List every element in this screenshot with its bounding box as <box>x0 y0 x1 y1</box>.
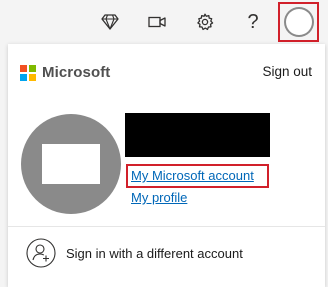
sign-in-different-account-button[interactable]: Sign in with a different account <box>8 227 325 287</box>
gear-icon[interactable] <box>191 8 219 36</box>
sign-in-different-account-label: Sign in with a different account <box>66 246 243 261</box>
redacted-user-name <box>125 113 270 157</box>
microsoft-logo-icon <box>20 64 36 81</box>
sign-out-link[interactable]: Sign out <box>262 64 312 79</box>
profile-avatar <box>21 114 121 214</box>
help-icon[interactable]: ? <box>239 8 267 36</box>
help-label: ? <box>247 11 259 33</box>
top-toolbar: ? <box>0 0 328 44</box>
diamond-icon[interactable] <box>96 8 124 36</box>
video-icon[interactable] <box>143 8 171 36</box>
account-panel: Microsoft Sign out My Microsoft account … <box>8 44 325 287</box>
my-microsoft-account-link[interactable]: My Microsoft account <box>131 168 254 183</box>
microsoft-brand: Microsoft <box>20 64 110 81</box>
my-profile-link[interactable]: My profile <box>131 190 187 205</box>
add-person-icon <box>26 238 56 268</box>
brand-name: Microsoft <box>42 64 111 81</box>
avatar <box>283 7 314 37</box>
account-avatar-button[interactable] <box>278 2 319 42</box>
